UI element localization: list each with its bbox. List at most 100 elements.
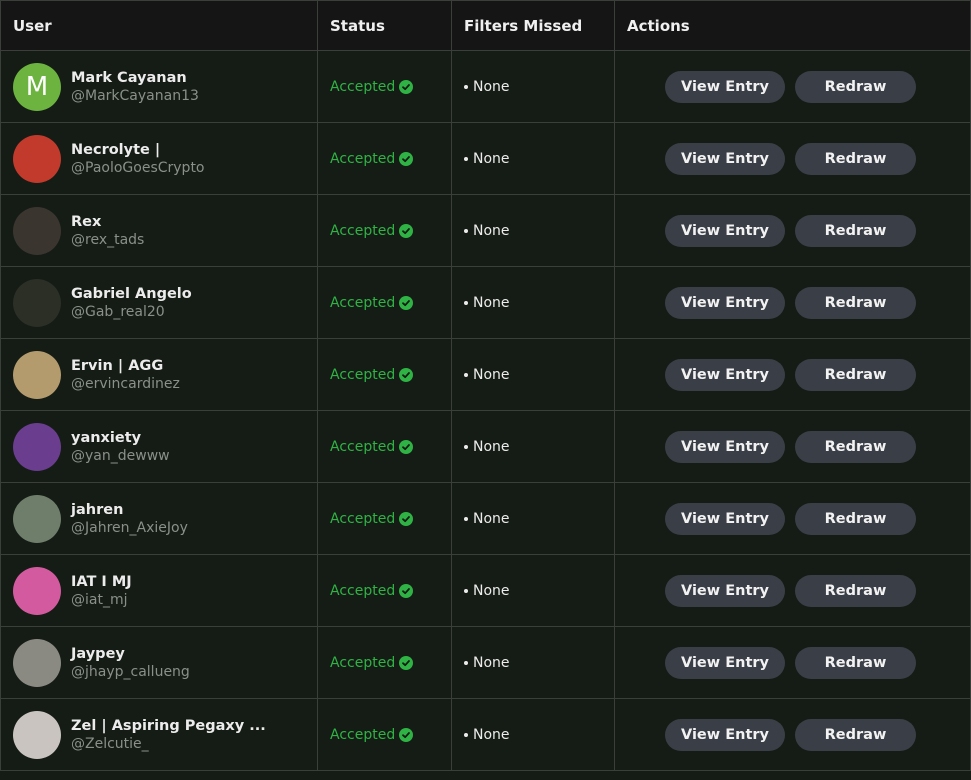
status-cell: Accepted bbox=[317, 555, 451, 626]
actions-cell: View Entry Redraw bbox=[614, 51, 970, 122]
redraw-button[interactable]: Redraw bbox=[795, 358, 916, 391]
actions-cell: View Entry Redraw bbox=[614, 411, 970, 482]
user-cell: Gabriel Angelo @Gab_real20 bbox=[1, 267, 317, 338]
status-badge: Accepted bbox=[330, 438, 414, 455]
header-user: User bbox=[13, 16, 52, 35]
actions-cell: View Entry Redraw bbox=[614, 339, 970, 410]
filters-missed-text: None bbox=[473, 222, 510, 239]
actions-cell: View Entry Redraw bbox=[614, 123, 970, 194]
view-entry-button[interactable]: View Entry bbox=[665, 70, 785, 103]
filters-missed-item: None bbox=[464, 511, 510, 527]
bullet-icon bbox=[464, 228, 468, 233]
redraw-button[interactable]: Redraw bbox=[795, 502, 916, 535]
bullet-icon bbox=[464, 516, 468, 521]
status-text: Accepted bbox=[330, 654, 396, 671]
avatar bbox=[13, 134, 61, 183]
user-info: Necrolyte | @PaoloGoesCrypto bbox=[71, 141, 205, 177]
status-text: Accepted bbox=[330, 726, 396, 743]
bullet-icon bbox=[464, 372, 468, 377]
redraw-button[interactable]: Redraw bbox=[795, 430, 916, 463]
status-cell: Accepted bbox=[317, 627, 451, 698]
filters-missed-cell: None bbox=[451, 195, 614, 266]
user-info: jahren @Jahren_AxieJoy bbox=[71, 501, 188, 537]
status-cell: Accepted bbox=[317, 339, 451, 410]
status-cell: Accepted bbox=[317, 123, 451, 194]
view-entry-button[interactable]: View Entry bbox=[665, 430, 785, 463]
check-circle-icon bbox=[399, 367, 414, 382]
user-handle: @jhayp_callueng bbox=[71, 663, 190, 680]
user-name: Zel | Aspiring Pegaxy ... bbox=[71, 717, 266, 734]
user-name: Jaypey bbox=[71, 645, 125, 662]
filters-missed-item: None bbox=[464, 655, 510, 671]
status-badge: Accepted bbox=[330, 510, 414, 527]
bullet-icon bbox=[464, 732, 468, 737]
actions-cell: View Entry Redraw bbox=[614, 195, 970, 266]
user-cell: IAT I MJ @iat_mj bbox=[1, 555, 317, 626]
view-entry-button[interactable]: View Entry bbox=[665, 718, 785, 751]
status-badge: Accepted bbox=[330, 654, 414, 671]
filters-missed-item: None bbox=[464, 151, 510, 167]
filters-missed-text: None bbox=[473, 438, 510, 455]
avatar bbox=[13, 350, 61, 399]
filters-missed-text: None bbox=[473, 294, 510, 311]
filters-missed-text: None bbox=[473, 726, 510, 743]
view-entry-button[interactable]: View Entry bbox=[665, 214, 785, 247]
avatar-initial: M bbox=[25, 71, 49, 102]
filters-missed-item: None bbox=[464, 727, 510, 743]
redraw-button[interactable]: Redraw bbox=[795, 574, 916, 607]
user-info: Ervin | AGG @ervincardinez bbox=[71, 357, 180, 393]
view-entry-button[interactable]: View Entry bbox=[665, 286, 785, 319]
status-cell: Accepted bbox=[317, 51, 451, 122]
avatar bbox=[13, 494, 61, 543]
filters-missed-text: None bbox=[473, 510, 510, 527]
status-badge: Accepted bbox=[330, 295, 414, 311]
actions-cell: View Entry Redraw bbox=[614, 555, 970, 626]
view-entry-button[interactable]: View Entry bbox=[665, 574, 785, 607]
filters-missed-item: None bbox=[464, 583, 510, 599]
actions-cell: View Entry Redraw bbox=[614, 627, 970, 698]
status-text: Accepted bbox=[330, 510, 396, 527]
check-circle-icon bbox=[399, 583, 414, 598]
avatar bbox=[13, 422, 61, 471]
status-badge: Accepted bbox=[330, 367, 414, 383]
redraw-button[interactable]: Redraw bbox=[795, 214, 916, 247]
user-name: Gabriel Angelo bbox=[71, 285, 192, 302]
check-circle-icon bbox=[399, 439, 414, 454]
filters-missed-cell: None bbox=[451, 51, 614, 122]
header-actions: Actions bbox=[614, 1, 970, 50]
redraw-button[interactable]: Redraw bbox=[795, 646, 916, 679]
status-text: Accepted bbox=[330, 150, 396, 167]
view-entry-button[interactable]: View Entry bbox=[665, 358, 785, 391]
redraw-button[interactable]: Redraw bbox=[795, 70, 916, 103]
user-cell: Necrolyte | @PaoloGoesCrypto bbox=[1, 123, 317, 194]
user-handle: @Jahren_AxieJoy bbox=[71, 519, 188, 536]
check-circle-icon bbox=[399, 151, 414, 166]
check-circle-icon bbox=[399, 727, 414, 742]
status-text: Accepted bbox=[330, 78, 396, 95]
view-entry-button[interactable]: View Entry bbox=[665, 502, 785, 535]
redraw-button[interactable]: Redraw bbox=[795, 286, 916, 319]
header-status: Status bbox=[317, 1, 451, 50]
avatar bbox=[13, 206, 61, 255]
status-badge: Accepted bbox=[330, 726, 414, 743]
avatar bbox=[13, 278, 61, 327]
user-name: IAT I MJ bbox=[71, 573, 132, 590]
status-text: Accepted bbox=[330, 438, 396, 455]
table-row: Zel | Aspiring Pegaxy ... @Zelcutie_ Acc… bbox=[1, 698, 970, 770]
filters-missed-item: None bbox=[464, 439, 510, 455]
user-handle: @rex_tads bbox=[71, 231, 145, 248]
avatar bbox=[13, 566, 61, 615]
redraw-button[interactable]: Redraw bbox=[795, 142, 916, 175]
view-entry-button[interactable]: View Entry bbox=[665, 646, 785, 679]
check-circle-icon bbox=[399, 223, 414, 238]
filters-missed-cell: None bbox=[451, 627, 614, 698]
filters-missed-cell: None bbox=[451, 123, 614, 194]
user-cell: Rex @rex_tads bbox=[1, 195, 317, 266]
status-badge: Accepted bbox=[330, 150, 414, 167]
check-circle-icon bbox=[399, 295, 414, 310]
view-entry-button[interactable]: View Entry bbox=[665, 142, 785, 175]
actions-cell: View Entry Redraw bbox=[614, 483, 970, 554]
filters-missed-text: None bbox=[473, 78, 510, 95]
redraw-button[interactable]: Redraw bbox=[795, 718, 916, 751]
bullet-icon bbox=[464, 300, 468, 305]
